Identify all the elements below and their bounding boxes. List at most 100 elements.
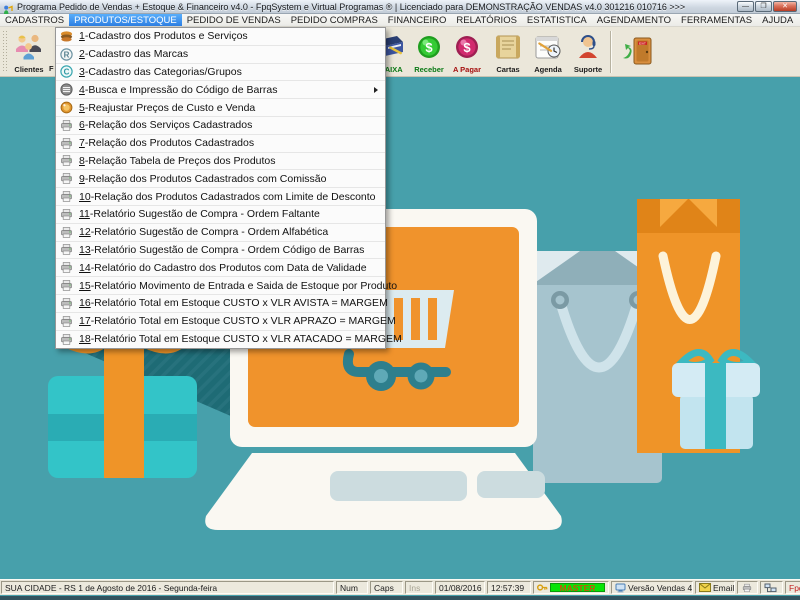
status-panel-text: FpqSystem — [789, 583, 800, 593]
network-icon — [764, 583, 777, 593]
restore-button[interactable]: ❐ — [755, 1, 772, 12]
menu-item-8[interactable]: 8-Relação Tabela de Preços dos Produtos — [56, 153, 385, 171]
toolbar-button-label: Cartas — [496, 66, 519, 74]
toolbar-separator — [610, 31, 612, 73]
menu-item-12[interactable]: 12-Relatório Sugestão de Compra - Ordem … — [56, 224, 385, 242]
menubar-item-label: FINANCEIRO — [388, 15, 447, 26]
menubar-item-ferramentas[interactable]: FERRAMENTAS — [676, 14, 757, 26]
menubar-item-label: PRODUTOS/ESTOQUE — [74, 15, 177, 26]
menu-item-label: 11-Relatório Sugestão de Compra - Ordem … — [79, 208, 320, 220]
menu-item-label: 10-Relação dos Produtos Cadastrados com … — [79, 191, 376, 203]
barcode-icon — [60, 83, 73, 96]
status-panel-text: Num — [340, 583, 358, 593]
menu-item-label: 18-Relatório Total em Estoque CUSTO x VL… — [79, 333, 402, 345]
toolbar-button-label: Suporte — [574, 66, 602, 74]
status-panel-email: Email — [695, 581, 735, 594]
status-panel-printer — [737, 581, 758, 594]
printer-icon — [60, 154, 73, 167]
printer-icon — [60, 208, 73, 221]
menubar-item-agendamento[interactable]: AGENDAMENTO — [592, 14, 676, 26]
menubar-item-cadastros[interactable]: CADASTROS — [0, 14, 69, 26]
printer-icon — [60, 315, 73, 328]
app-window: Programa Pedido de Vendas + Estoque & Fi… — [0, 0, 800, 600]
menu-item-3[interactable]: C3-Cadastro das Categorias/Grupos — [56, 64, 385, 82]
menu-item-16[interactable]: 16-Relatório Total em Estoque CUSTO x VL… — [56, 295, 385, 313]
status-panel-text: SUA CIDADE - RS 1 de Agosto de 2016 - Se… — [5, 583, 217, 593]
menubar-item-label: PEDIDO DE VENDAS — [187, 15, 281, 26]
cartas-button[interactable]: Cartas — [488, 29, 528, 75]
menu-item-11[interactable]: 11-Relatório Sugestão de Compra - Ordem … — [56, 206, 385, 224]
status-panel-version: Versão Vendas 4.0 — [611, 581, 693, 594]
menubar-item-financeiro[interactable]: FINANCEIRO — [383, 14, 452, 26]
menubar-item-ajuda[interactable]: AJUDA — [757, 14, 798, 26]
printer-icon — [60, 137, 73, 150]
support-icon — [575, 34, 601, 60]
printer-status-icon — [741, 583, 753, 593]
window-title: Programa Pedido de Vendas + Estoque & Fi… — [17, 2, 685, 12]
clientes-button[interactable]: Clientes — [8, 29, 50, 75]
exit-door-icon: EXIT — [621, 36, 655, 66]
menubar-item-pedido-compras[interactable]: PEDIDO COMPRAS — [286, 14, 383, 26]
menu-item-label: 8-Relação Tabela de Preços dos Produtos — [79, 155, 276, 167]
produtos-estoque-dropdown: 1-Cadastro dos Produtos e Serviços R 2-Cad… — [55, 27, 386, 349]
svg-text:R: R — [64, 50, 70, 59]
menu-item-label: 9-Relação dos Produtos Cadastrados com C… — [79, 173, 326, 185]
registered-icon: R — [60, 48, 73, 61]
menubar-item-produtos-estoque[interactable]: PRODUTOS/ESTOQUE — [69, 14, 182, 26]
menu-item-label: 2-Cadastro das Marcas — [79, 48, 188, 60]
menubar-item-estatistica[interactable]: ESTATISTICA — [522, 14, 592, 26]
menu-item-4[interactable]: 4-Busca e Impressão do Código de Barras — [56, 81, 385, 99]
menu-item-13[interactable]: 13-Relatório Sugestão de Compra - Ordem … — [56, 242, 385, 260]
menubar-item-label: ESTATISTICA — [527, 15, 587, 26]
menu-item-9[interactable]: 9-Relação dos Produtos Cadastrados com C… — [56, 170, 385, 188]
menubar-item-pedido-de-vendas[interactable]: PEDIDO DE VENDAS — [182, 14, 286, 26]
close-button[interactable]: ✕ — [773, 1, 797, 12]
menubar-item-label: FERRAMENTAS — [681, 15, 752, 26]
menu-item-label: 17-Relatório Total em Estoque CUSTO x VL… — [79, 315, 396, 327]
menu-item-label: 6-Relação dos Serviços Cadastrados — [79, 119, 252, 131]
menu-item-label: 16-Relatório Total em Estoque CUSTO x VL… — [79, 297, 388, 309]
menu-item-2[interactable]: R 2-Cadastro das Marcas — [56, 46, 385, 64]
status-panel-caps: Caps — [370, 581, 403, 594]
menu-item-label: 5-Reajustar Preços de Custo e Venda — [79, 102, 255, 114]
menubar-item-label: PEDIDO COMPRAS — [291, 15, 378, 26]
menu-item-label: 1-Cadastro dos Produtos e Serviços — [79, 30, 248, 42]
sair-button[interactable]: EXIT — [616, 29, 660, 75]
menu-item-1[interactable]: 1-Cadastro dos Produtos e Serviços — [56, 28, 385, 46]
apagar-button[interactable]: $A Pagar — [448, 29, 486, 75]
menu-item-label: 12-Relatório Sugestão de Compra - Ordem … — [79, 226, 328, 238]
menu-item-15[interactable]: 15-Relatório Movimento de Entrada e Said… — [56, 277, 385, 295]
menu-item-17[interactable]: 17-Relatório Total em Estoque CUSTO x VL… — [56, 313, 385, 331]
status-panel-text: Versão Vendas 4.0 — [628, 583, 693, 593]
menu-item-6[interactable]: 6-Relação dos Serviços Cadastrados — [56, 117, 385, 135]
toolbar-button-label: A Pagar — [453, 66, 481, 74]
master-user-badge: MASTER — [550, 583, 605, 592]
status-panel-time: 12:57:39 — [487, 581, 531, 594]
toolbar-button-label: Agenda — [534, 66, 562, 74]
menu-item-18[interactable]: 18-Relatório Total em Estoque CUSTO x VL… — [56, 331, 385, 349]
menubar-item-relat-rios[interactable]: RELATÓRIOS — [451, 14, 522, 26]
menu-item-5[interactable]: 5-Reajustar Preços de Custo e Venda — [56, 99, 385, 117]
menu-item-10[interactable]: 10-Relação dos Produtos Cadastrados com … — [56, 188, 385, 206]
printer-icon — [60, 172, 73, 185]
printer-icon — [60, 190, 73, 203]
status-panel-text: 12:57:39 — [491, 583, 524, 593]
status-panel-date: 01/08/2016 — [435, 581, 485, 594]
key-icon — [537, 583, 548, 592]
printer-icon — [60, 119, 73, 132]
menu-item-14[interactable]: 14-Relatório do Cadastro dos Produtos co… — [56, 259, 385, 277]
menu-item-7[interactable]: 7-Relação dos Produtos Cadastrados — [56, 135, 385, 153]
letters-icon — [494, 34, 522, 60]
printer-icon — [60, 279, 73, 292]
menubar-item-label: RELATÓRIOS — [456, 15, 517, 26]
svg-text:$: $ — [425, 40, 433, 55]
products-icon — [60, 30, 73, 43]
menubar-item-label: AGENDAMENTO — [597, 15, 671, 26]
menu-item-label: 3-Cadastro das Categorias/Grupos — [79, 66, 242, 78]
receber-button[interactable]: $Receber — [410, 29, 448, 75]
envelope-icon — [699, 583, 711, 592]
status-panel-fpq: FpqSystem — [785, 581, 800, 594]
suporte-button[interactable]: Suporte — [568, 29, 608, 75]
agenda-button[interactable]: Agenda — [528, 29, 568, 75]
minimize-button[interactable]: — — [737, 1, 754, 12]
